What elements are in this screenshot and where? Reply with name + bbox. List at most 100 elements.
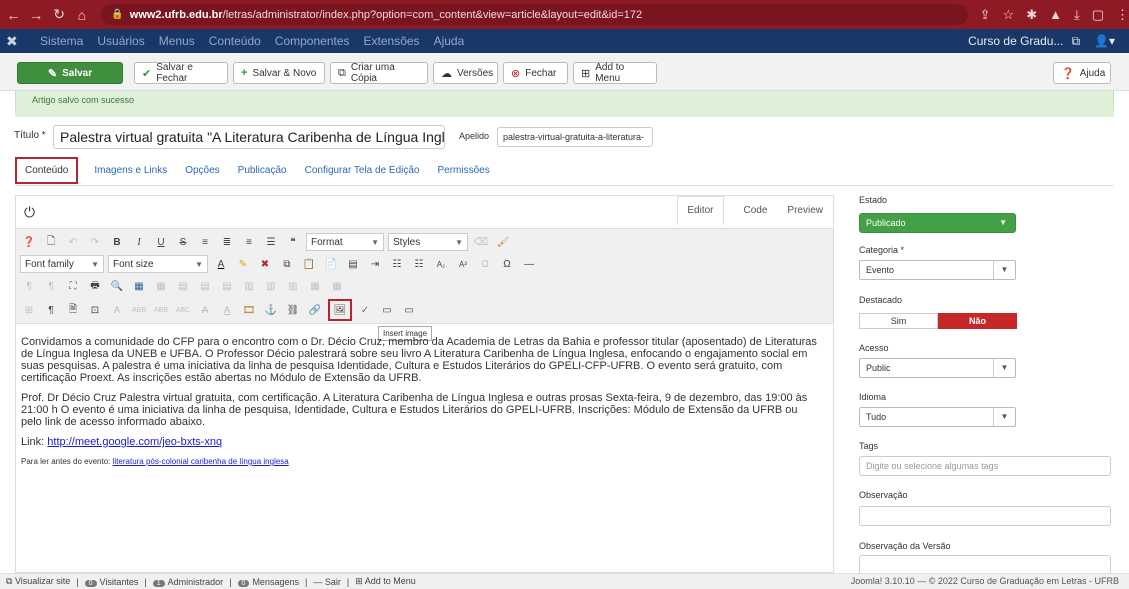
- extensions-icon[interactable]: ✱: [1026, 7, 1037, 23]
- highlight-icon[interactable]: ✎: [234, 256, 252, 272]
- joomla-logo-icon[interactable]: ✖: [6, 33, 26, 50]
- format-select[interactable]: Format ▼: [306, 233, 384, 251]
- tab-publicacao[interactable]: Publicação: [238, 165, 287, 176]
- observacao-input[interactable]: [859, 506, 1111, 526]
- visualizar-site-link[interactable]: ⧉ Visualizar site: [6, 576, 70, 587]
- undo-icon[interactable]: ↶: [64, 234, 82, 250]
- abbr-icon[interactable]: A: [108, 302, 126, 318]
- new-document-icon[interactable]: 🗋: [42, 234, 60, 250]
- eraser-icon[interactable]: ⌫: [472, 234, 490, 250]
- readmore-icon[interactable]: ▭: [400, 302, 418, 318]
- subscript-icon[interactable]: A₂: [432, 256, 450, 272]
- reload-icon[interactable]: ↻: [50, 6, 69, 23]
- delete-col-icon[interactable]: ▥: [284, 278, 302, 294]
- menu-extensoes[interactable]: Extensões: [364, 34, 420, 48]
- save-close-button[interactable]: ✔ Salvar e Fechar: [134, 62, 228, 84]
- attribs-icon[interactable]: A: [218, 302, 236, 318]
- site-name-link[interactable]: Curso de Gradu...: [968, 34, 1063, 48]
- italic-icon[interactable]: I: [130, 234, 148, 250]
- preview-icon[interactable]: ⊡: [86, 302, 104, 318]
- row-before-icon[interactable]: ▤: [174, 278, 192, 294]
- menu-ajuda[interactable]: Ajuda: [434, 34, 465, 48]
- title-input[interactable]: Palestra virtual gratuita "A Literatura …: [53, 125, 445, 149]
- close-button[interactable]: ⊗ Fechar: [503, 62, 568, 84]
- bold-icon[interactable]: B: [108, 234, 126, 250]
- page-break-icon[interactable]: ▭: [378, 302, 396, 318]
- destacado-sim[interactable]: Sim: [859, 313, 938, 329]
- add-to-menu-footer[interactable]: ⊞ Add to Menu: [355, 576, 416, 587]
- underline-icon[interactable]: U: [152, 234, 170, 250]
- align-right-icon[interactable]: ≡: [240, 234, 258, 250]
- alias-input[interactable]: palestra-virtual-gratuita-a-literatura-: [497, 127, 653, 147]
- cite-icon[interactable]: ABB: [152, 302, 170, 318]
- row-after-icon[interactable]: ▤: [196, 278, 214, 294]
- star-icon[interactable]: ☆: [1003, 7, 1015, 23]
- styles-select[interactable]: Styles ▼: [388, 233, 468, 251]
- horizontal-rule-icon[interactable]: —: [520, 256, 538, 272]
- visitantes-status[interactable]: 0 Visitantes: [84, 577, 138, 587]
- blockquote-icon[interactable]: ❝: [284, 234, 302, 250]
- align-center-icon[interactable]: ≣: [218, 234, 236, 250]
- search-replace-icon[interactable]: 🔍: [108, 278, 126, 294]
- align-justify-icon[interactable]: ☰: [262, 234, 280, 250]
- col-after-icon[interactable]: ▥: [262, 278, 280, 294]
- help-icon[interactable]: ❓: [20, 234, 38, 250]
- observacao-versao-input[interactable]: [859, 555, 1111, 575]
- toggle-editor-icon[interactable]: ⏻: [24, 204, 35, 221]
- menu-componentes[interactable]: Componentes: [275, 34, 350, 48]
- menu-conteudo[interactable]: Conteúdo: [209, 34, 261, 48]
- superscript-icon[interactable]: A²: [454, 256, 472, 272]
- paste-text-icon[interactable]: 📄: [322, 256, 340, 272]
- media-icon[interactable]: 🎞: [240, 302, 258, 318]
- ltr-icon[interactable]: ¶: [20, 278, 38, 294]
- special-char-icon[interactable]: Ω: [498, 256, 516, 272]
- save-button[interactable]: ✎ Salvar: [17, 62, 123, 84]
- save-copy-button[interactable]: ⧉ Criar uma Cópia: [330, 62, 428, 84]
- tags-input[interactable]: Digite ou selecione algumas tags: [859, 456, 1111, 476]
- idioma-select[interactable]: Tudo ▼: [859, 407, 1016, 427]
- anchor-icon[interactable]: ⚓: [262, 302, 280, 318]
- user-icon[interactable]: 👤▾: [1094, 34, 1115, 48]
- strikethrough-icon[interactable]: S: [174, 234, 192, 250]
- paste-icon[interactable]: 📋: [300, 256, 318, 272]
- menu-usuarios[interactable]: Usuários: [97, 34, 144, 48]
- merge-cells-icon[interactable]: ▦: [328, 278, 346, 294]
- menu-menus[interactable]: Menus: [159, 34, 195, 48]
- table-icon[interactable]: ▦: [130, 278, 148, 294]
- cut-icon[interactable]: ✖: [256, 256, 274, 272]
- tab-permissoes[interactable]: Permissões: [437, 165, 489, 176]
- tab-preview[interactable]: Preview: [787, 205, 823, 216]
- numbered-list-icon[interactable]: ☷: [410, 256, 428, 272]
- tab-conteudo[interactable]: Conteúdo: [15, 157, 79, 184]
- print-icon[interactable]: 🖶: [86, 278, 104, 294]
- help-button[interactable]: ❓ Ajuda: [1053, 62, 1111, 84]
- brush-icon[interactable]: 🖌: [494, 234, 512, 250]
- add-to-menu-button[interactable]: ⊞ Add to Menu: [573, 62, 657, 84]
- align-left-icon[interactable]: ≡: [196, 234, 214, 250]
- share-icon[interactable]: ⇪: [980, 7, 991, 23]
- split-cells-icon[interactable]: ▦: [306, 278, 324, 294]
- reading-link[interactable]: literatura pós-colonial caribenha de lín…: [113, 457, 289, 466]
- tab-opcoes[interactable]: Opções: [185, 165, 219, 176]
- template-icon[interactable]: 🗎: [64, 302, 82, 318]
- delete-row-icon[interactable]: ▤: [218, 278, 236, 294]
- categoria-select[interactable]: Evento ▼: [859, 260, 1016, 280]
- tab-editor[interactable]: Editor: [677, 195, 724, 225]
- insert-image-icon[interactable]: 🖼: [328, 299, 352, 321]
- administrador-status[interactable]: 1 Administrador: [152, 577, 223, 587]
- versions-button[interactable]: ☁ Versões: [433, 62, 498, 84]
- tab-imagens-links[interactable]: Imagens e Links: [94, 165, 167, 176]
- editor-content[interactable]: Convidamos a comunidade do CFP para o en…: [21, 336, 821, 476]
- download-icon[interactable]: ⤓: [1074, 7, 1080, 23]
- font-size-select[interactable]: Font size ▼: [108, 255, 208, 273]
- paste-word-icon[interactable]: ▤: [344, 256, 362, 272]
- tab-code[interactable]: Code: [744, 205, 768, 216]
- sair-link[interactable]: — Sair: [313, 577, 341, 587]
- indent-icon[interactable]: ⇥: [366, 256, 384, 272]
- acesso-select[interactable]: Public ▼: [859, 358, 1016, 378]
- text-color-icon[interactable]: A: [212, 256, 230, 272]
- character-map-icon[interactable]: Ω: [476, 256, 494, 272]
- rtl-icon[interactable]: ¶: [42, 278, 60, 294]
- mensagens-status[interactable]: 0 Mensagens: [237, 577, 299, 587]
- profile-icon[interactable]: ▲: [1049, 7, 1062, 22]
